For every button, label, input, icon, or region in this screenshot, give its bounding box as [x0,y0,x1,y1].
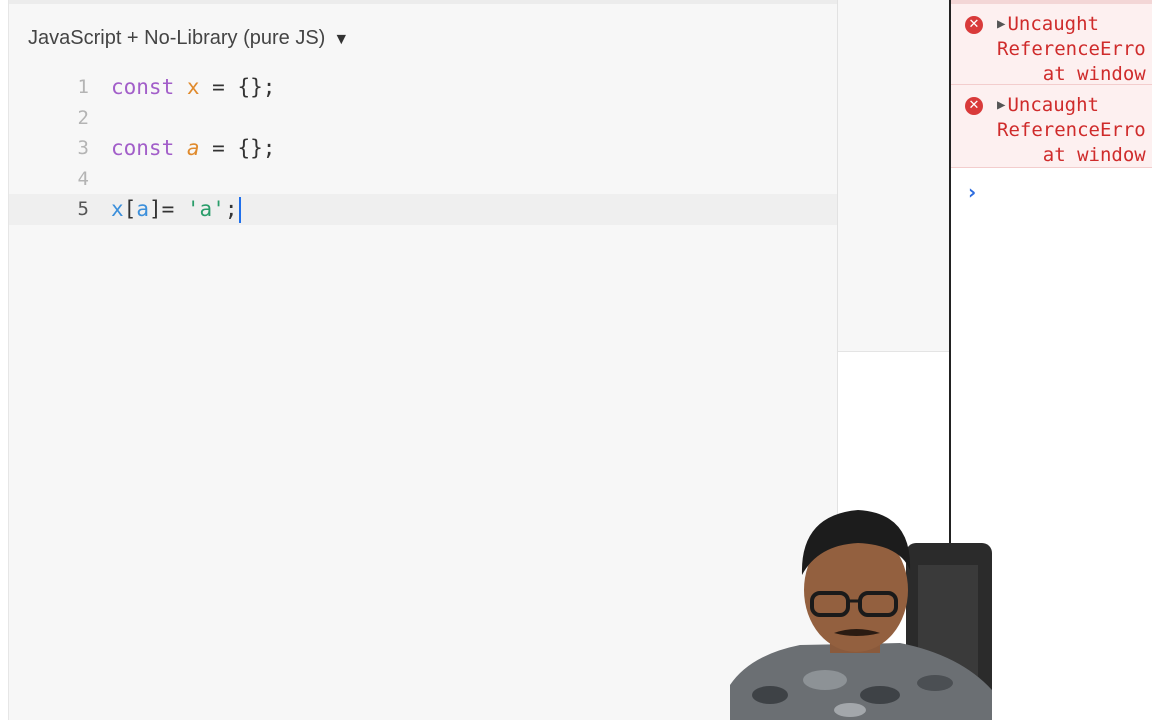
code-token: const [111,136,175,160]
code-line[interactable]: 4 [9,164,837,195]
code-editor-panel[interactable]: JavaScript + No-Library (pure JS) ▼ 1 cons… [8,0,838,720]
code-token: x [186,75,200,99]
code-token: = {}; [199,75,276,99]
code-token: const [111,75,175,99]
code-token: ]= [148,197,187,221]
code-line[interactable]: 2 [9,103,837,134]
console-error-text: ▶ Uncaught ReferenceErro at window [997,93,1146,168]
line-number: 5 [77,198,89,220]
code-token: a [136,197,149,221]
line-number: 1 [77,76,89,98]
error-icon: ✕ [965,16,983,34]
code-token: ; [224,197,238,221]
line-number: 2 [77,106,89,129]
console-error-entry[interactable]: ✕ ▶ Uncaught ReferenceErro at window [951,4,1152,85]
code-area[interactable]: 1 const x = {}; 2 3 const a = {}; 4 5 x[a]= 'a'… [9,72,837,225]
code-line[interactable]: 3 const a = {}; [9,133,837,164]
code-token: 'a' [186,197,225,221]
text-cursor [238,197,241,223]
line-number: 4 [77,167,89,190]
code-token: = {}; [199,136,276,160]
error-type: ReferenceErro [997,38,1146,60]
console-error-text: ▶ Uncaught ReferenceErro at window [997,12,1146,87]
expand-triangle-icon[interactable]: ▶ [997,97,1005,113]
code-token: x [111,197,124,221]
webcam-overlay [730,505,992,720]
error-title: Uncaught [1007,13,1099,35]
code-line-text[interactable]: const a = {}; [111,133,275,164]
code-token: [ [123,197,137,221]
app-root: JavaScript + No-Library (pure JS) ▼ 1 cons… [0,0,1152,720]
code-token: a [186,136,200,160]
language-select-label: JavaScript + No-Library (pure JS) [28,27,326,49]
code-line[interactable]: 5 x[a]= 'a'; [9,194,837,225]
console-error-entry[interactable]: ✕ ▶ Uncaught ReferenceErro at window [951,85,1152,168]
chevron-down-icon: ▼ [333,31,350,48]
error-location: at window [997,144,1146,166]
expand-triangle-icon[interactable]: ▶ [997,16,1005,32]
result-panel-header [838,0,949,352]
line-number: 3 [77,137,89,159]
editor-top-divider [9,0,837,4]
code-line-text[interactable]: x[a]= 'a'; [111,194,241,225]
error-type: ReferenceErro [997,119,1146,141]
error-location: at window [997,63,1146,85]
error-title: Uncaught [1007,94,1099,116]
error-icon: ✕ [965,97,983,115]
code-line-text[interactable]: const x = {}; [111,72,275,103]
presenter-video-icon [730,510,992,720]
console-prompt-icon[interactable]: › [968,180,976,204]
code-line[interactable]: 1 const x = {}; [9,72,837,103]
language-select[interactable]: JavaScript + No-Library (pure JS) ▼ [28,27,349,50]
